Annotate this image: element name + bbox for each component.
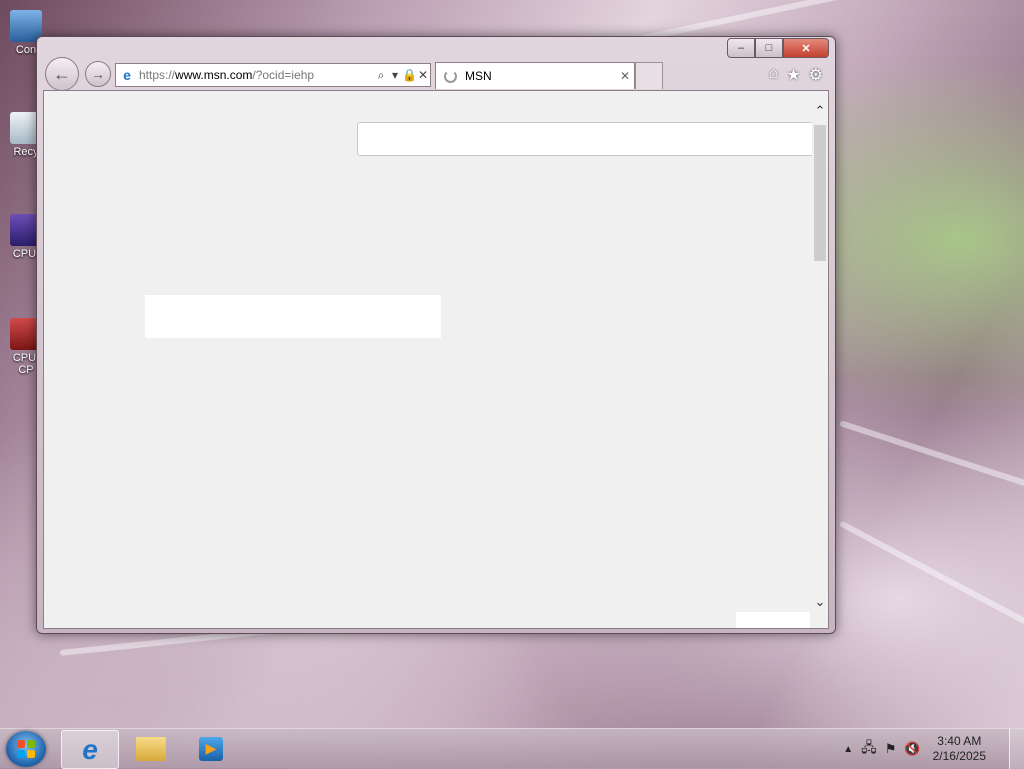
page-content[interactable]: ⌃ ⌄ bbox=[43, 90, 829, 629]
show-desktop-button[interactable] bbox=[1009, 729, 1024, 769]
taskbar: e ▶ ▲ 🖧 ⚑ 🔇 3:40 AM 2/16/2025 bbox=[0, 728, 1024, 769]
lock-icon[interactable]: 🔒 bbox=[402, 68, 417, 82]
file-explorer-icon bbox=[136, 736, 166, 761]
taskbar-media-player[interactable]: ▶ bbox=[183, 730, 239, 767]
taskbar-internet-explorer[interactable]: e bbox=[61, 730, 119, 769]
vertical-scrollbar[interactable]: ⌃ ⌄ bbox=[812, 91, 828, 628]
clock-date: 2/16/2025 bbox=[932, 749, 986, 763]
forward-button[interactable]: → bbox=[85, 61, 111, 87]
ie-page-icon: e bbox=[123, 67, 131, 83]
maximize-button[interactable]: □ bbox=[755, 38, 783, 58]
network-icon[interactable]: 🖧 bbox=[861, 737, 877, 761]
url-path: /?ocid=iehp bbox=[252, 68, 315, 82]
desktop-icon-label: Con bbox=[15, 44, 37, 56]
settings-gear-icon[interactable]: ⚙ bbox=[809, 65, 823, 85]
show-hidden-icons-icon[interactable]: ▲ bbox=[843, 744, 853, 755]
start-button[interactable] bbox=[6, 731, 46, 767]
toolbar-icons: ⌂ ★ ⚙ bbox=[769, 65, 823, 85]
desktop-icon-label: Recy bbox=[13, 146, 39, 158]
desktop-icon-label: CP bbox=[18, 364, 34, 376]
new-tab-button[interactable] bbox=[635, 62, 663, 89]
wallpaper-streak bbox=[839, 420, 1024, 507]
media-player-icon: ▶ bbox=[199, 736, 223, 761]
home-icon[interactable]: ⌂ bbox=[769, 65, 779, 85]
clock[interactable]: 3:40 AM 2/16/2025 bbox=[933, 734, 986, 764]
dropdown-icon[interactable]: ▾ bbox=[388, 68, 402, 82]
scroll-down-icon[interactable]: ⌄ bbox=[812, 594, 828, 610]
address-bar[interactable]: e https://www.msn.com/?ocid=iehp ⌕ ▾ 🔒 ✕ bbox=[115, 63, 431, 87]
windows-logo-icon bbox=[17, 740, 35, 758]
forward-arrow-icon: → bbox=[91, 66, 105, 82]
scroll-up-icon[interactable]: ⌃ bbox=[812, 103, 828, 119]
minimize-button[interactable]: – bbox=[727, 38, 755, 58]
clock-time: 3:40 AM bbox=[937, 734, 982, 748]
browser-window: – □ ✕ ← → e https://www.msn.com/?ocid=ie… bbox=[36, 36, 836, 634]
search-input-placeholder[interactable] bbox=[357, 122, 817, 156]
search-icon[interactable]: ⌕ bbox=[374, 68, 388, 83]
content-placeholder-corner bbox=[736, 612, 810, 628]
internet-explorer-icon: e bbox=[82, 733, 98, 765]
url-scheme: https:// bbox=[139, 68, 176, 82]
close-button[interactable]: ✕ bbox=[783, 38, 829, 58]
address-url[interactable]: https://www.msn.com/?ocid=iehp bbox=[139, 68, 374, 82]
volume-muted-icon[interactable]: 🔇 bbox=[904, 741, 920, 757]
tab-title: MSN bbox=[465, 69, 492, 83]
loading-spinner-icon bbox=[444, 69, 457, 83]
window-controls: – □ ✕ bbox=[727, 38, 829, 58]
taskbar-file-explorer[interactable] bbox=[123, 730, 179, 767]
wallpaper-streak bbox=[838, 520, 1024, 648]
tab-msn[interactable]: MSN ✕ bbox=[435, 62, 635, 89]
system-tray: ▲ 🖧 ⚑ 🔇 3:40 AM 2/16/2025 bbox=[843, 729, 986, 769]
action-center-flag-icon[interactable]: ⚑ bbox=[885, 741, 897, 757]
back-arrow-icon: ← bbox=[53, 63, 71, 84]
url-host: www.msn.com bbox=[175, 68, 253, 82]
tab-close-icon[interactable]: ✕ bbox=[616, 69, 634, 83]
content-placeholder-block bbox=[145, 295, 441, 338]
stop-icon[interactable]: ✕ bbox=[416, 68, 430, 82]
favorites-star-icon[interactable]: ★ bbox=[786, 65, 800, 85]
back-button[interactable]: ← bbox=[45, 57, 79, 91]
scrollbar-thumb[interactable] bbox=[814, 125, 826, 261]
